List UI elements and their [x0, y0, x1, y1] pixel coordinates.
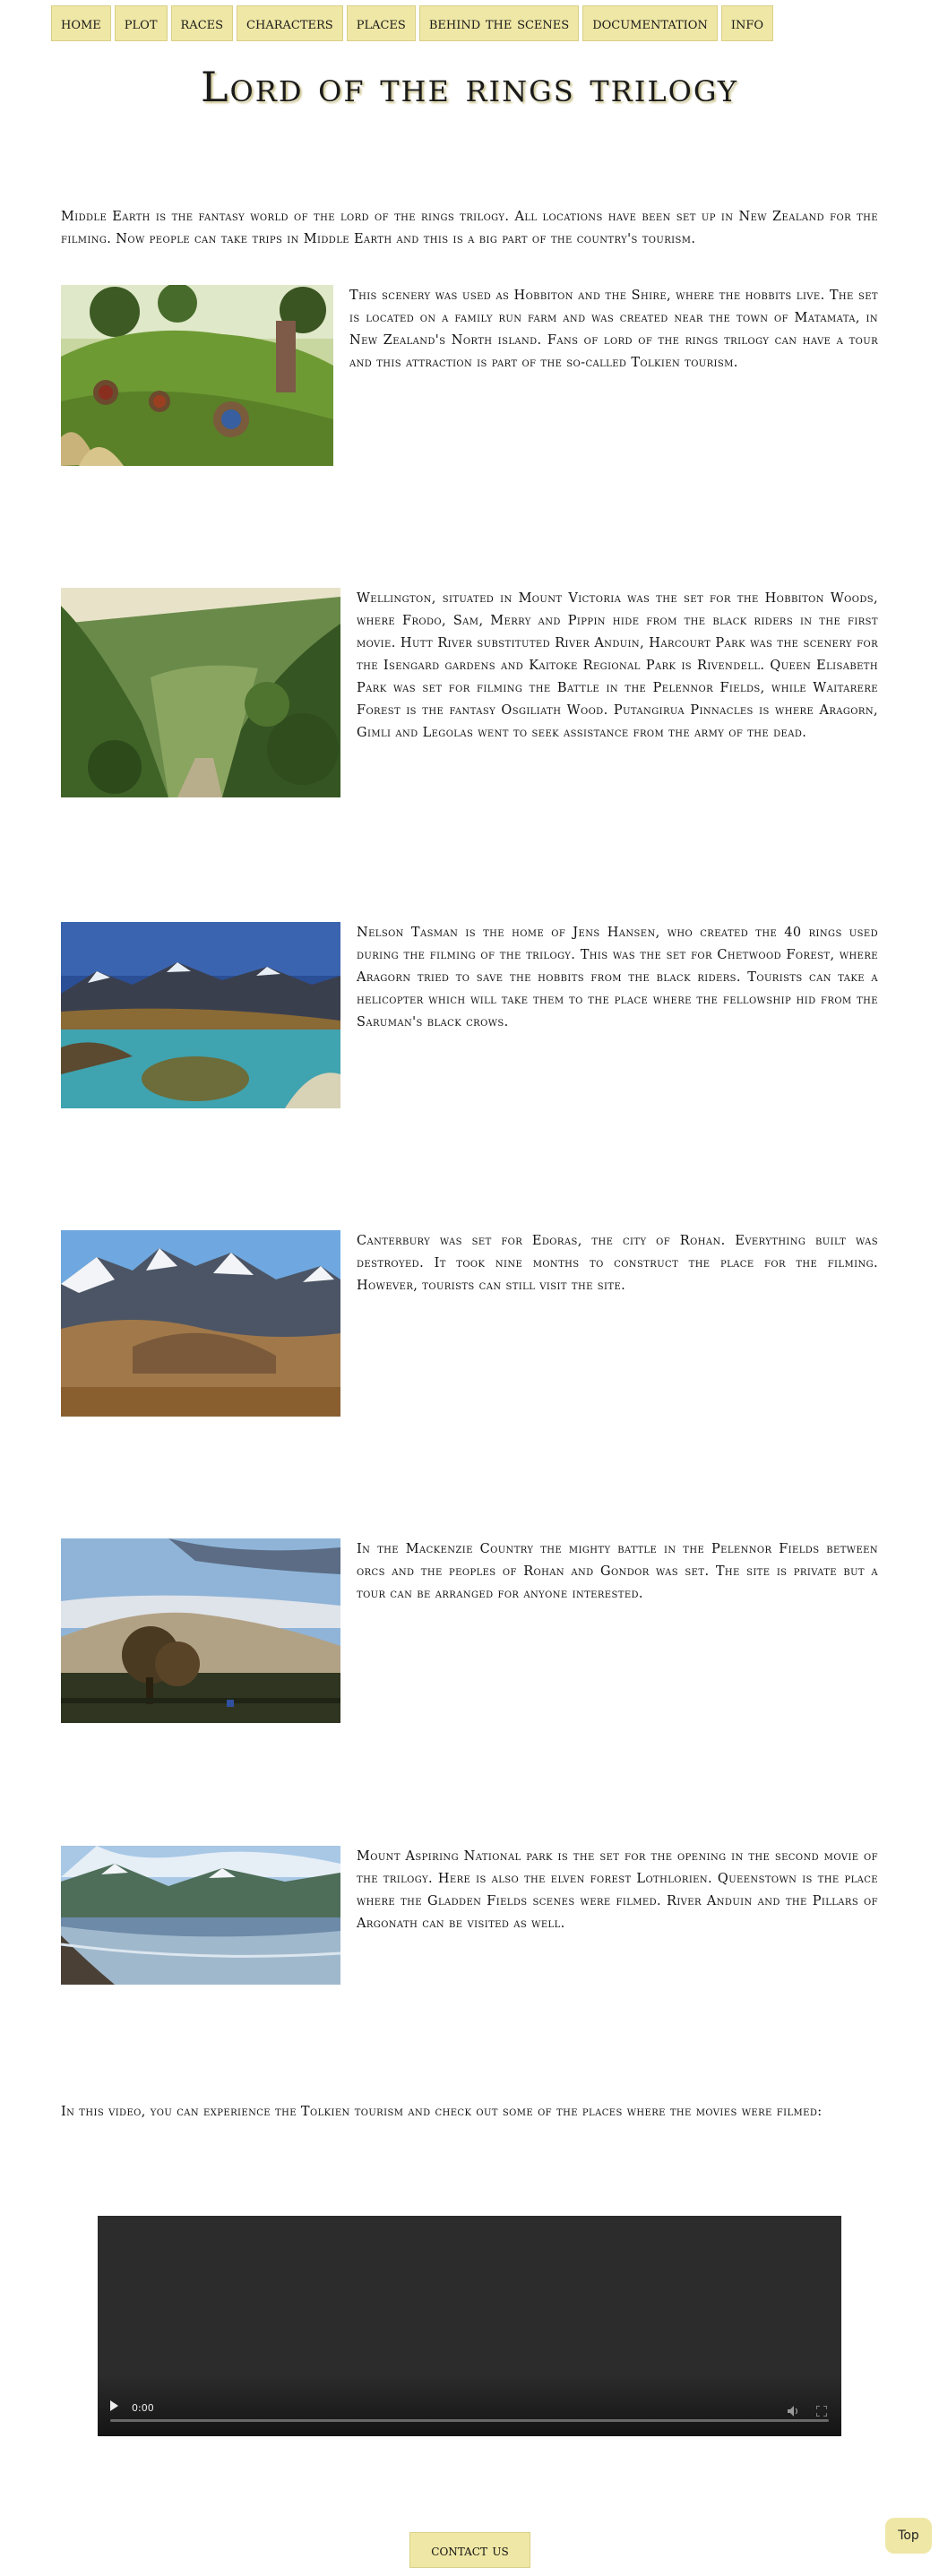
nav-item-races[interactable]: races: [170, 5, 234, 41]
mackenzie-country-image: [61, 1538, 340, 1723]
video-time: 0:00: [132, 2402, 154, 2414]
nav-item-documentation[interactable]: documentation: [582, 5, 718, 41]
nav-item-behind-the-scenes[interactable]: behind the scenes: [418, 5, 580, 41]
nelson-tasman-image: [61, 922, 340, 1108]
video-intro-text: In this video, you can experience the To…: [61, 2105, 823, 2119]
location-mount-aspiring: Mount Aspiring National park is the set …: [61, 1846, 878, 1986]
main-navigation: home plot races characters places behind…: [51, 5, 774, 41]
play-icon[interactable]: [110, 2400, 118, 2411]
video-controls: 0:00: [98, 2374, 841, 2436]
nav-item-places[interactable]: places: [346, 5, 416, 41]
location-description: Wellington, situated in Mount Victoria w…: [357, 591, 878, 740]
mount-aspiring-image: [61, 1846, 340, 1985]
video-progress-bar[interactable]: [110, 2419, 829, 2422]
nav-item-info[interactable]: info: [720, 5, 774, 41]
video-player[interactable]: 0:00: [98, 2216, 841, 2436]
location-canterbury: Canterbury was set for Edoras, the city …: [61, 1230, 878, 1418]
nav-item-home[interactable]: home: [51, 5, 111, 41]
canterbury-image: [61, 1230, 340, 1417]
contact-us-button[interactable]: contact us: [409, 2532, 530, 2568]
wellington-forest-image: [61, 588, 340, 797]
location-description: Nelson Tasman is the home of Jens Hansen…: [357, 926, 879, 1030]
hobbiton-image: [61, 285, 333, 466]
location-wellington: Wellington, situated in Mount Victoria w…: [61, 588, 878, 798]
location-description: Mount Aspiring National park is the set …: [357, 1849, 878, 1931]
page-title: Lord of the rings trilogy: [201, 63, 738, 111]
location-nelson-tasman: Nelson Tasman is the home of Jens Hansen…: [61, 922, 878, 1110]
volume-icon[interactable]: [788, 2403, 800, 2417]
back-to-top-button[interactable]: Top: [885, 2518, 932, 2554]
nav-item-plot[interactable]: plot: [114, 5, 168, 41]
location-description: In the Mackenzie Country the mighty batt…: [357, 1542, 878, 1601]
fullscreen-icon[interactable]: [815, 2403, 828, 2417]
intro-paragraph: Middle Earth is the fantasy world of the…: [61, 210, 878, 246]
location-description: This scenery was used as Hobbiton and th…: [349, 289, 878, 370]
location-mackenzie-country: In the Mackenzie Country the mighty batt…: [61, 1538, 878, 1727]
nav-item-characters[interactable]: characters: [237, 5, 343, 41]
location-description: Canterbury was set for Edoras, the city …: [357, 1234, 878, 1293]
location-hobbiton: This scenery was used as Hobbiton and th…: [61, 285, 878, 469]
